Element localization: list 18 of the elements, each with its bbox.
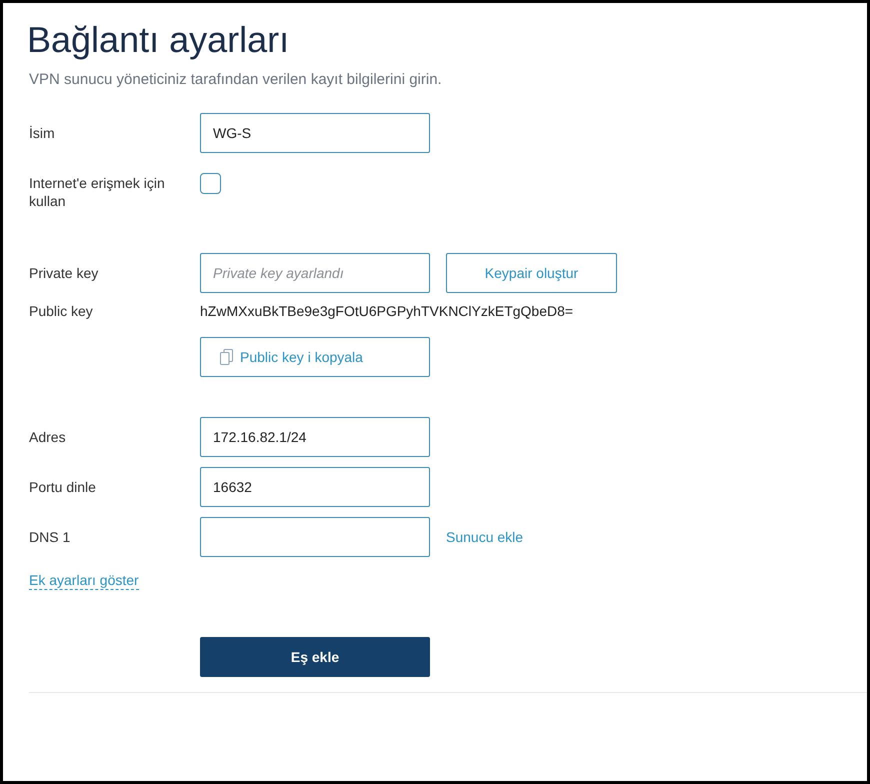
- field-label: Public key: [29, 302, 94, 320]
- add-peer-button[interactable]: Eş ekle: [200, 637, 430, 677]
- field-label: Internet'e erişmek için kullan: [29, 174, 166, 211]
- text-input[interactable]: WG-S: [200, 113, 430, 153]
- field-label: İsim: [29, 124, 56, 142]
- field-label: DNS 1: [29, 528, 72, 546]
- checkbox[interactable]: [200, 173, 221, 194]
- public-key-text: hZwMXxuBkTBe9e3gFOtU6PGPyhTVKNClYzkETgQbeD8=: [200, 302, 574, 321]
- field-label: Portu dinle: [29, 478, 97, 496]
- field-label: Private key: [29, 264, 100, 282]
- copy-icon: [220, 349, 233, 365]
- text-input[interactable]: 172.16.82.1/24: [200, 417, 430, 457]
- field-label: Adres: [29, 428, 67, 446]
- text-input[interactable]: Private key ayarlandı: [200, 253, 430, 293]
- description-text: VPN sunucu yöneticiniz tarafından verilen kayıt bilgilerini girin.: [29, 70, 443, 90]
- page-title: Bağlantı ayarları: [27, 18, 290, 62]
- text-input[interactable]: [200, 517, 430, 557]
- text-input[interactable]: 16632: [200, 467, 430, 507]
